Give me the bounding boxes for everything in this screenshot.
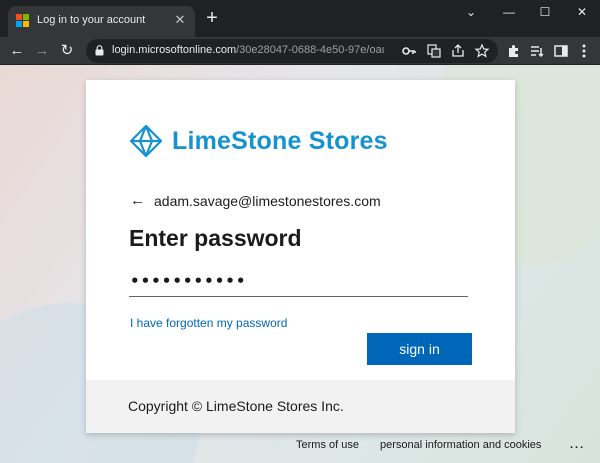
- browser-tab-strip: Log in to your account ✕ + ⌄ — ☐ ✕: [0, 0, 600, 37]
- tab-title: Log in to your account: [37, 14, 146, 26]
- microsoft-logo-icon: [16, 14, 30, 28]
- menu-icon[interactable]: [574, 41, 594, 61]
- reading-list-icon[interactable]: [527, 41, 547, 61]
- forward-button[interactable]: →: [32, 41, 52, 61]
- browser-tab[interactable]: Log in to your account ✕: [8, 6, 195, 37]
- maximize-button[interactable]: ☐: [527, 0, 563, 26]
- lock-icon[interactable]: [95, 45, 104, 56]
- browser-toolbar: ← → ↻ login.microsoftonline.com/30e28047…: [0, 37, 600, 65]
- key-icon[interactable]: [401, 43, 417, 59]
- side-panel-icon[interactable]: [551, 41, 571, 61]
- page-title: Enter password: [129, 225, 302, 251]
- address-bar[interactable]: login.microsoftonline.com/30e28047-0688-…: [86, 39, 498, 63]
- back-button[interactable]: ←: [7, 41, 27, 61]
- close-window-button[interactable]: ✕: [564, 0, 600, 26]
- account-email: adam.savage@limestonestores.com: [154, 193, 381, 209]
- extensions-icon[interactable]: [504, 41, 524, 61]
- page-background: LimeStone Stores ← adam.savage@limestone…: [0, 65, 600, 463]
- sign-in-button[interactable]: sign in: [367, 333, 472, 365]
- share-icon[interactable]: [450, 43, 466, 59]
- reload-button[interactable]: ↻: [57, 41, 77, 61]
- brand-name: LimeStone Stores: [172, 126, 388, 155]
- translate-icon[interactable]: [426, 43, 442, 59]
- limestone-diamond-icon: [129, 124, 163, 158]
- back-arrow-icon[interactable]: ←: [130, 192, 148, 210]
- password-field[interactable]: [129, 265, 468, 297]
- card-footer: Copyright © LimeStone Stores Inc.: [86, 380, 515, 433]
- brand-logo: LimeStone Stores: [129, 123, 388, 159]
- url-text[interactable]: login.microsoftonline.com/30e28047-0688-…: [112, 44, 384, 56]
- signin-card: LimeStone Stores ← adam.savage@limestone…: [86, 80, 515, 433]
- copyright-text: Copyright © LimeStone Stores Inc.: [128, 398, 344, 414]
- privacy-cookies-link[interactable]: personal information and cookies: [380, 439, 541, 451]
- new-tab-button[interactable]: +: [203, 8, 221, 28]
- minimize-button[interactable]: —: [491, 0, 527, 26]
- more-options-button[interactable]: ...: [570, 439, 585, 451]
- terms-of-use-link[interactable]: Terms of use: [296, 439, 359, 451]
- tab-close-icon[interactable]: ✕: [173, 13, 187, 27]
- forgot-password-link[interactable]: I have forgotten my password: [130, 316, 287, 330]
- bookmark-star-icon[interactable]: [474, 43, 490, 59]
- tab-search-chevron-icon[interactable]: ⌄: [453, 0, 489, 26]
- identity-banner[interactable]: ← adam.savage@limestonestores.com: [130, 192, 381, 210]
